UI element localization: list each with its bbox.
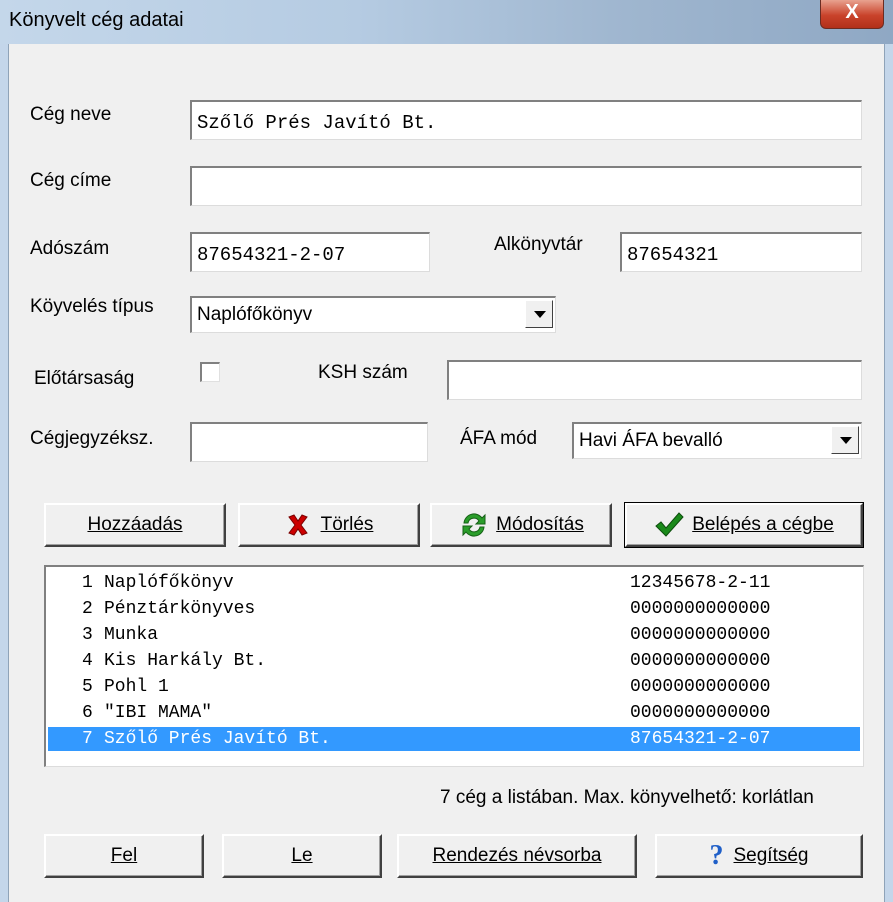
pre-company-checkbox[interactable] — [200, 362, 220, 382]
list-item-tax-number: 0000000000000 — [630, 651, 771, 671]
company-name-label: Cég neve — [30, 104, 112, 125]
list-item-number: 7 — [82, 729, 93, 749]
list-item-name: Naplófőkönyv — [104, 573, 234, 593]
tax-number-field[interactable]: 87654321-2-07 — [190, 232, 430, 272]
accounting-type-label: Köyvelés típus — [30, 296, 154, 317]
vat-mode-select[interactable]: Havi ÁFA bevalló — [572, 422, 862, 459]
subdirectory-label: Alkönyvtár — [494, 234, 583, 255]
list-item[interactable]: 2 Pénztárkönyves 0000000000000 — [48, 597, 860, 621]
add-button[interactable]: Hozzáadás — [44, 503, 226, 547]
list-item-name: Kis Harkály Bt. — [104, 651, 267, 671]
company-address-label: Cég címe — [30, 170, 112, 191]
modify-button-label: Módosítás — [496, 514, 584, 535]
company-list[interactable]: 1 Naplófőkönyv 12345678-2-11 2 Pénztárkönyve… — [44, 565, 864, 767]
checkmark-icon — [655, 512, 684, 537]
help-button-label: Segítség — [733, 845, 809, 866]
list-item[interactable]: 5 Pohl 1 0000000000000 — [48, 675, 860, 699]
close-button[interactable]: X — [820, 0, 884, 29]
list-item-number: 6 — [82, 703, 93, 723]
enter-company-button-label: Belépés a cégbe — [692, 514, 834, 535]
list-item[interactable]: 7 Szőlő Prés Javító Bt. 87654321-2-07 — [48, 727, 860, 751]
list-item-number: 1 — [82, 573, 93, 593]
list-item-name: Munka — [104, 625, 159, 645]
delete-button-label: Törlés — [320, 514, 374, 535]
move-up-button-label: Fel — [110, 845, 138, 866]
accounting-type-value: Naplófőkönyv — [197, 304, 313, 325]
tax-number-label: Adószám — [30, 238, 110, 259]
list-item-name: Szőlő Prés Javító Bt. — [104, 729, 331, 749]
vat-mode-label: ÁFA mód — [460, 428, 538, 449]
list-item-number: 3 — [82, 625, 93, 645]
company-registry-label: Cégjegyzéksz. — [30, 428, 154, 449]
move-up-button[interactable]: Fel — [44, 834, 204, 878]
dropdown-arrow-icon[interactable] — [525, 300, 553, 328]
add-button-label: Hozzáadás — [87, 514, 183, 535]
list-item-tax-number: 12345678-2-11 — [630, 573, 771, 593]
list-item[interactable]: 3 Munka 0000000000000 — [48, 623, 860, 647]
ksh-number-field[interactable] — [447, 360, 862, 400]
list-item[interactable]: 4 Kis Harkály Bt. 0000000000000 — [48, 649, 860, 673]
vat-mode-value: Havi ÁFA bevalló — [579, 430, 723, 451]
move-down-button-label: Le — [291, 845, 313, 866]
company-name-field[interactable]: Szőlő Prés Javító Bt. — [190, 100, 862, 140]
list-item-name: "IBI MAMA" — [104, 703, 213, 723]
list-item[interactable]: 1 Naplófőkönyv 12345678-2-11 — [48, 571, 860, 595]
list-item-name: Pénztárkönyves — [104, 599, 256, 619]
subdirectory-field[interactable]: 87654321 — [620, 232, 862, 272]
status-text: 7 cég a listában. Max. könyvelhető: korl… — [440, 787, 814, 808]
modify-button[interactable]: Módosítás — [430, 503, 612, 547]
question-icon: ? — [709, 840, 724, 871]
list-item[interactable]: 6 "IBI MAMA" 0000000000000 — [48, 701, 860, 725]
sort-button-label: Rendezés névsorba — [432, 845, 602, 866]
enter-company-button[interactable]: Belépés a cégbe — [624, 502, 864, 548]
help-button[interactable]: ? Segítség — [655, 834, 863, 878]
delete-button[interactable]: Törlés — [238, 503, 420, 547]
ksh-number-label: KSH szám — [318, 362, 408, 383]
sort-alphabetically-button[interactable]: Rendezés névsorba — [397, 834, 637, 878]
refresh-icon — [462, 513, 486, 537]
accounting-type-select[interactable]: Naplófőkönyv — [190, 296, 556, 333]
move-down-button[interactable]: Le — [222, 834, 382, 878]
window-frame-left — [0, 44, 9, 902]
list-item-name: Pohl 1 — [104, 677, 169, 697]
list-item-tax-number: 0000000000000 — [630, 703, 771, 723]
list-item-number: 2 — [82, 599, 93, 619]
company-address-field[interactable] — [190, 166, 862, 206]
window-title: Könyvelt cég adatai — [9, 9, 184, 31]
list-item-tax-number: 87654321-2-07 — [630, 729, 771, 749]
x-icon — [287, 514, 308, 536]
list-item-number: 4 — [82, 651, 93, 671]
list-item-tax-number: 0000000000000 — [630, 625, 771, 645]
pre-company-label: Előtársaság — [34, 368, 135, 389]
title-bar: Könyvelt cég adatai X — [0, 0, 893, 44]
dropdown-arrow-icon[interactable] — [831, 426, 859, 454]
window-frame-right — [884, 44, 893, 902]
list-item-tax-number: 0000000000000 — [630, 599, 771, 619]
company-registry-field[interactable] — [190, 422, 428, 462]
list-item-tax-number: 0000000000000 — [630, 677, 771, 697]
list-item-number: 5 — [82, 677, 93, 697]
